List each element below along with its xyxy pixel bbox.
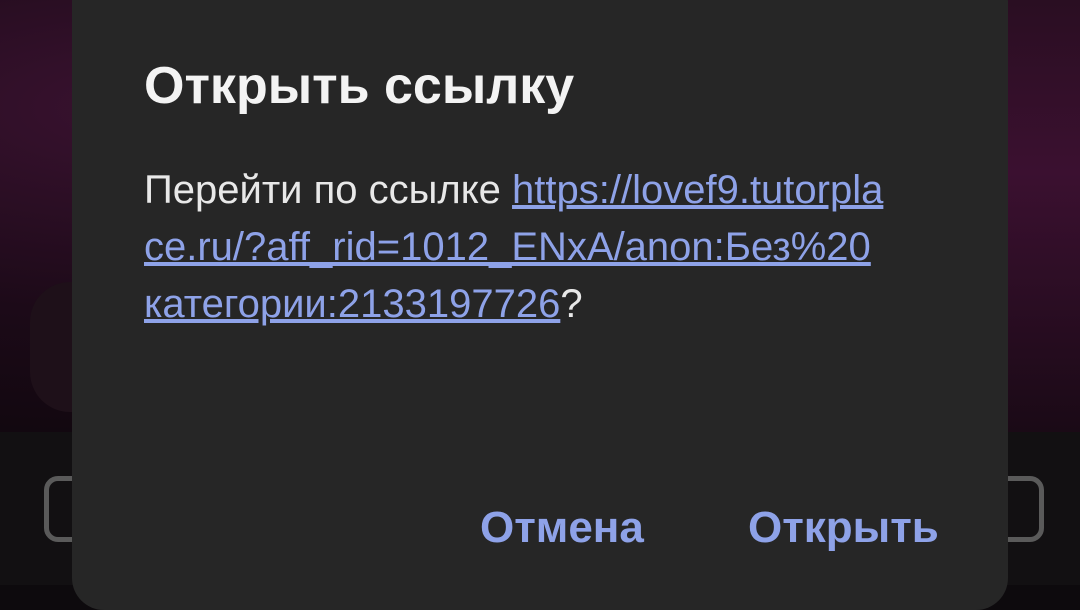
- message-prefix: Перейти по ссылке: [144, 168, 513, 212]
- background-hero-edge: [1008, 0, 1080, 432]
- message-suffix: ?: [560, 282, 583, 326]
- open-link-dialog: Открыть ссылку Перейти по ссылке https:/…: [72, 0, 1008, 610]
- cancel-button[interactable]: Отмена: [480, 498, 644, 558]
- open-button[interactable]: Открыть: [748, 498, 939, 558]
- dialog-actions: Отмена Открыть: [72, 498, 1008, 558]
- dialog-title: Открыть ссылку: [144, 57, 575, 115]
- dialog-message: Перейти по ссылке https://lovef9.tutorpl…: [144, 162, 884, 333]
